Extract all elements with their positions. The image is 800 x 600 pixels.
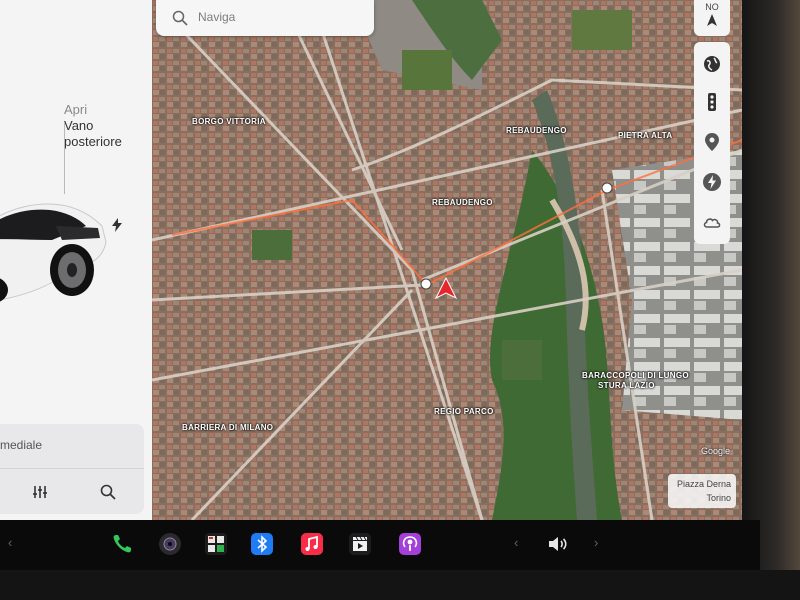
screen-frame: [0, 570, 800, 600]
google-attribution: Google: [701, 446, 731, 456]
calendar-icon[interactable]: [204, 532, 228, 556]
media-player-card[interactable]: mediale: [0, 424, 144, 514]
current-location-label: Piazza Derna Torino: [668, 474, 736, 508]
search-placeholder: Naviga: [198, 10, 236, 24]
place-borgo-vittoria: BORGO VITTORIA: [192, 117, 266, 126]
map-imagery[interactable]: [152, 0, 742, 520]
trunk-name-line1: Vano: [64, 118, 94, 133]
camera-icon[interactable]: [158, 532, 182, 556]
place-rebaudengo-mid: REBAUDENGO: [432, 198, 493, 207]
weather-cloud-icon[interactable]: [702, 212, 722, 232]
map-tools-panel: [694, 42, 730, 244]
traffic-light-icon[interactable]: [702, 92, 722, 112]
place-regio-parco: REGIO PARCO: [434, 407, 494, 416]
navigation-search-bar[interactable]: Naviga: [156, 0, 374, 36]
compass-heading: NO: [705, 2, 719, 12]
place-barriera-milano: BARRIERA DI MILANO: [182, 423, 274, 432]
location-city: Torino: [706, 493, 731, 503]
volume-up-arrow-icon[interactable]: ›: [594, 536, 604, 550]
podcasts-icon[interactable]: [398, 532, 422, 556]
trunk-name-line2: posteriore: [64, 134, 122, 149]
trunk-action-label: Apri: [64, 102, 88, 117]
dock-left-arrow-icon[interactable]: ‹: [8, 536, 18, 550]
screen-bezel: [742, 0, 800, 600]
app-dock: ‹ ‹ ›: [0, 520, 760, 570]
place-rebaudengo-top: REBAUDENGO: [506, 126, 567, 135]
globe-icon[interactable]: [702, 54, 722, 74]
lightning-icon: [112, 218, 122, 232]
place-pietra-alta: PIETRA ALTA: [618, 131, 673, 140]
charging-bolt-icon[interactable]: [702, 172, 722, 192]
bluetooth-icon[interactable]: [250, 532, 274, 556]
theater-icon[interactable]: [348, 532, 372, 556]
phone-icon[interactable]: [110, 532, 134, 556]
place-baraccopoli-line2: STURA LAZIO: [598, 381, 655, 390]
media-divider: [0, 468, 144, 469]
tesla-screen: Apri Vano posteriore mediale BORGO VITTO…: [0, 0, 800, 600]
trunk-button[interactable]: Apri Vano posteriore: [64, 102, 122, 150]
car-panel: Apri Vano posteriore mediale: [0, 0, 152, 520]
search-icon: [172, 10, 188, 26]
place-baraccopoli-line1: BARACCOPOLI DI LUNGO: [582, 371, 689, 380]
car-image: [0, 203, 107, 302]
search-icon[interactable]: [100, 484, 116, 500]
compass-button[interactable]: NO: [694, 0, 730, 36]
location-pin-icon[interactable]: [702, 132, 722, 152]
location-street: Piazza Derna: [676, 479, 731, 489]
compass-arrow-icon: [707, 14, 717, 26]
satellite-map[interactable]: BORGO VITTORIA REBAUDENGO REBAUDENGO PIE…: [152, 0, 742, 520]
volume-icon[interactable]: [546, 532, 570, 556]
equalizer-icon[interactable]: [32, 484, 48, 500]
volume-down-arrow-icon[interactable]: ‹: [514, 536, 524, 550]
music-icon[interactable]: [300, 532, 324, 556]
media-source-label: mediale: [0, 438, 43, 452]
trunk-indicator-line: [64, 122, 65, 194]
